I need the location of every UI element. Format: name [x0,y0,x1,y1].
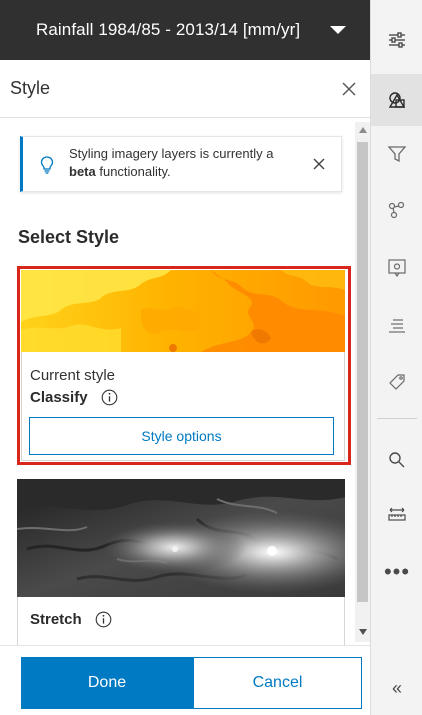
layer-title: Rainfall 1984/85 - 2013/14 [mm/yr] [36,20,301,39]
more-icon[interactable]: ••• [371,546,422,598]
beta-notice: Styling imagery layers is currently a be… [20,136,342,192]
panel-title: Style [10,78,51,98]
effects-icon[interactable] [371,184,422,236]
style-options-button[interactable]: Style options [29,417,334,455]
caret-down-icon[interactable] [330,26,346,34]
close-icon[interactable] [313,158,325,170]
select-style-heading: Select Style [18,227,120,247]
layer-header[interactable]: Rainfall 1984/85 - 2013/14 [mm/yr] [0,0,370,60]
lightbulb-icon [40,156,54,174]
close-icon[interactable] [340,80,358,98]
style-panel-header: Style [0,60,370,118]
notice-message: Styling imagery layers is currently a be… [69,146,274,179]
scroll-up-icon[interactable] [359,127,367,133]
properties-icon[interactable] [371,14,422,66]
info-icon[interactable] [95,611,112,628]
filter-icon[interactable] [371,128,422,180]
stretch-style-name: Stretch [30,611,82,628]
style-icon[interactable] [371,74,422,126]
classify-thumbnail[interactable] [21,270,345,352]
info-icon[interactable] [101,389,118,406]
classify-style-name: Classify [30,389,88,406]
fields-icon[interactable] [371,300,422,352]
done-button[interactable]: Done [21,657,193,709]
labels-icon[interactable] [371,356,422,408]
scroll-down-icon[interactable] [359,629,367,635]
search-icon[interactable] [371,434,422,486]
stretch-thumbnail[interactable] [17,479,345,597]
measure-icon[interactable] [371,488,422,540]
cancel-button[interactable]: Cancel [193,657,362,709]
current-style-label: Current style [30,367,116,384]
collapse-icon[interactable]: « [371,662,422,714]
toolstrip-divider [377,418,417,419]
configure-popup-icon[interactable] [371,242,422,294]
scrollbar-thumb[interactable] [357,142,368,602]
tool-strip: ••• « [370,0,422,715]
